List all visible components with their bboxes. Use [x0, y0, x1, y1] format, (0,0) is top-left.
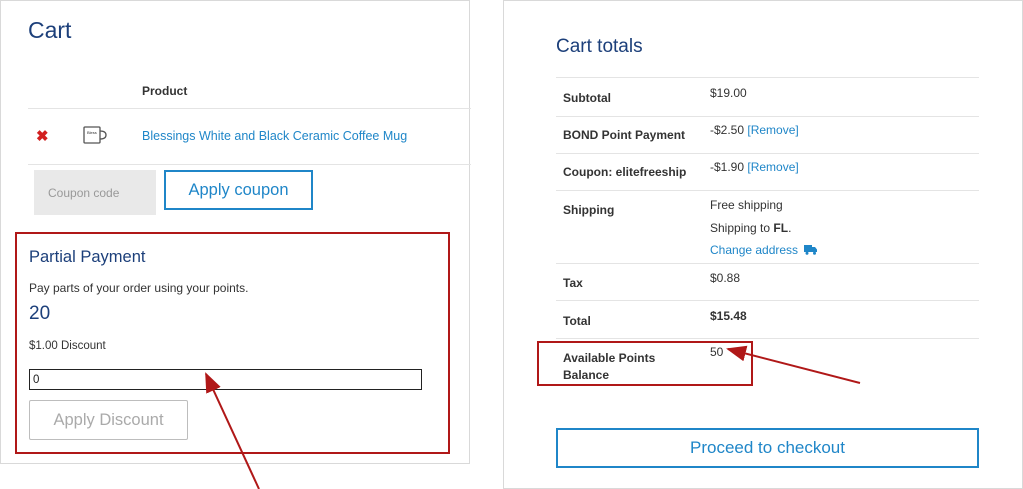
cart-panel: Cart Product ✖ Bless Blessings White and… [0, 0, 471, 464]
coupon-label: Coupon: elitefreeship [563, 165, 687, 179]
truck-icon [804, 245, 818, 255]
product-column-header: Product [142, 84, 188, 98]
tax-label: Tax [563, 276, 583, 290]
subtotal-label: Subtotal [563, 91, 611, 105]
shipping-state: FL [773, 221, 789, 235]
shipping-to-suffix: . [788, 221, 792, 235]
divider [28, 164, 471, 165]
shipping-label: Shipping [563, 203, 615, 217]
shipping-to-prefix: Shipping to [710, 221, 774, 235]
proceed-to-checkout-button[interactable]: Proceed to checkout [556, 428, 979, 468]
cart-title: Cart [28, 17, 72, 43]
partial-payment-highlight: Partial Payment Pay parts of your order … [15, 232, 450, 454]
mug-label: Bless [87, 130, 97, 135]
subtotal-value: $19.00 [710, 86, 747, 100]
total-value: $15.48 [710, 309, 747, 323]
coupon-value: -$1.90 [Remove] [710, 160, 799, 174]
change-address-link[interactable]: Change address [710, 243, 818, 257]
remove-coupon-link[interactable]: [Remove] [747, 160, 798, 174]
shipping-destination: Shipping to FL. [710, 221, 791, 235]
coupon-amount: -$1.90 [710, 160, 745, 174]
discount-amount: $1.00 Discount [29, 340, 106, 352]
bond-point-payment-value: -$2.50 [Remove] [710, 123, 799, 137]
divider [556, 300, 979, 301]
partial-payment-description: Pay parts of your order using your point… [29, 281, 249, 295]
divider [556, 77, 979, 78]
divider [556, 338, 979, 339]
shipping-method: Free shipping [710, 198, 783, 212]
change-address-label: Change address [710, 243, 799, 257]
coupon-code-input[interactable] [34, 170, 156, 215]
divider [556, 190, 979, 191]
apply-discount-button[interactable]: Apply Discount [29, 400, 188, 440]
bond-amount: -$2.50 [710, 123, 745, 137]
apply-coupon-button[interactable]: Apply coupon [164, 170, 313, 210]
mug-thumbnail[interactable]: Bless [81, 124, 107, 146]
available-points-highlight [537, 341, 753, 386]
divider [28, 108, 471, 109]
partial-payment-title: Partial Payment [29, 248, 146, 266]
remove-item-icon[interactable]: ✖ [36, 127, 49, 145]
product-name-link[interactable]: Blessings White and Black Ceramic Coffee… [142, 129, 407, 143]
cart-totals-panel: Cart totals Subtotal $19.00 BOND Point P… [503, 0, 1023, 489]
divider [556, 116, 979, 117]
total-label: Total [563, 314, 591, 328]
divider [556, 153, 979, 154]
points-to-redeem-input[interactable] [29, 369, 422, 390]
divider [556, 263, 979, 264]
cart-totals-title: Cart totals [556, 36, 643, 57]
points-amount: 20 [29, 303, 51, 324]
remove-bond-link[interactable]: [Remove] [747, 123, 798, 137]
bond-point-payment-label: BOND Point Payment [563, 128, 686, 142]
tax-value: $0.88 [710, 271, 741, 285]
